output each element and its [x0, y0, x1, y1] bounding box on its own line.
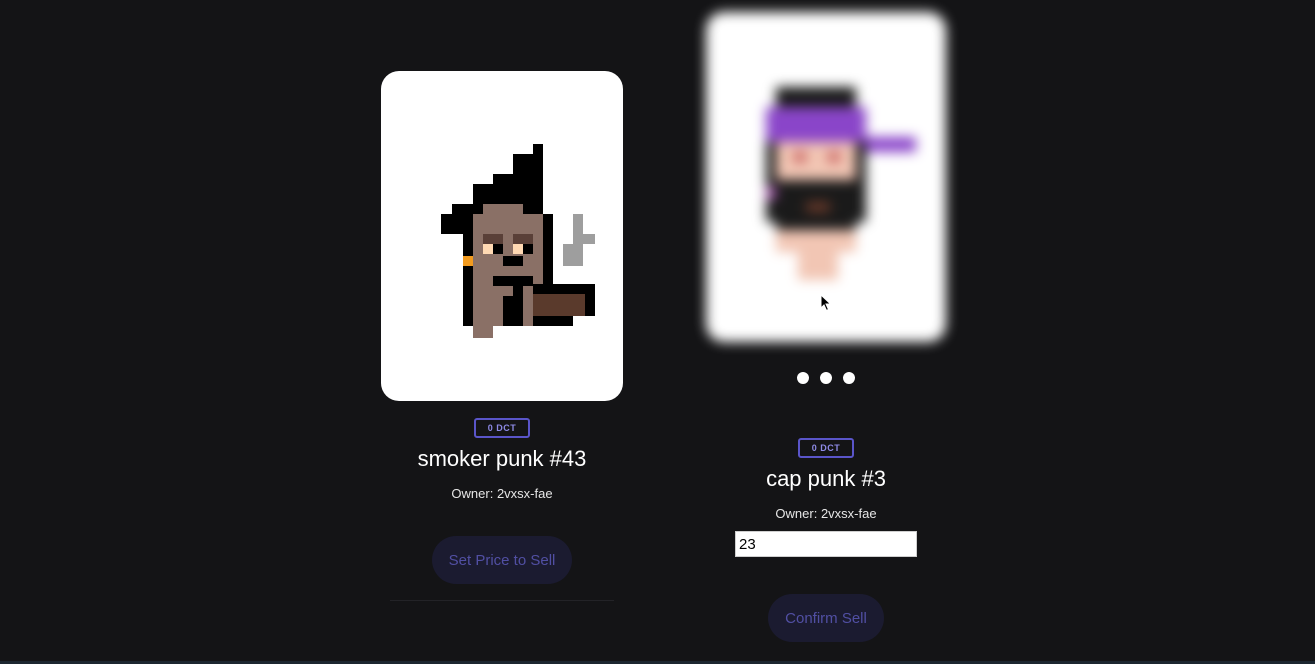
confirm-sell-button[interactable]: Confirm Sell	[768, 594, 884, 642]
sell-price-input[interactable]	[735, 531, 917, 557]
loading-dot	[843, 372, 855, 384]
nft-image-frame-blurred	[706, 12, 946, 342]
owner-id: 2vxsx-fae	[820, 506, 877, 521]
owner-label: Owner:	[451, 486, 494, 501]
loading-dot	[820, 372, 832, 384]
loading-indicator	[797, 372, 855, 384]
nft-gallery: 0 DCT smoker punk #43 Owner: 2vxsx-fae S…	[0, 0, 1315, 664]
nft-name: cap punk #3	[766, 466, 886, 491]
nft-name: smoker punk #43	[417, 446, 587, 471]
nft-card-cap-punk: 0 DCT cap punk #3 Owner: 2vxsx-fae Confi…	[706, 12, 946, 642]
price-badge: 0 DCT	[473, 418, 531, 438]
loading-dot	[797, 372, 809, 384]
nft-image-frame	[381, 71, 623, 401]
nft-card-smoker-punk: 0 DCT smoker punk #43 Owner: 2vxsx-fae S…	[381, 71, 623, 601]
price-badge: 0 DCT	[797, 438, 855, 458]
owner-text: Owner: 2vxsx-fae	[775, 506, 876, 521]
owner-text: Owner: 2vxsx-fae	[451, 486, 552, 501]
smoker-punk-image	[441, 144, 595, 338]
owner-id: 2vxsx-fae	[496, 486, 553, 501]
divider	[390, 600, 614, 601]
cap-punk-image	[766, 87, 916, 280]
set-price-button[interactable]: Set Price to Sell	[431, 536, 573, 584]
owner-label: Owner:	[775, 506, 818, 521]
mouse-pointer-icon	[820, 294, 832, 312]
